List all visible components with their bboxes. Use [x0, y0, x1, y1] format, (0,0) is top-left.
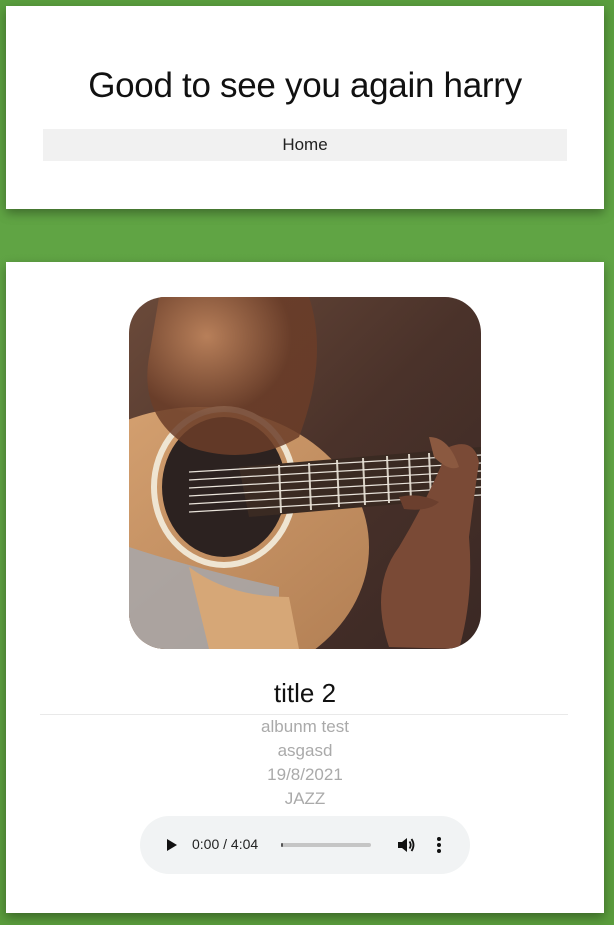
- greeting-heading: Good to see you again harry: [88, 66, 522, 105]
- time-display: 0:00 / 4:04: [192, 836, 259, 852]
- progress-fill: [281, 843, 283, 847]
- audio-player: 0:00 / 4:04: [140, 816, 470, 874]
- song-genre: JAZZ: [284, 789, 326, 808]
- song-card: title 2 albunm test asgasd 19/8/2021 JAZ…: [6, 262, 604, 913]
- song-cover-image: [129, 297, 481, 649]
- song-artist: asgasd: [277, 741, 333, 760]
- divider: [40, 714, 568, 715]
- song-date: 19/8/2021: [267, 765, 343, 784]
- volume-icon[interactable]: [396, 835, 416, 855]
- header-card: Good to see you again harry Home: [6, 6, 604, 209]
- progress-slider[interactable]: [281, 843, 371, 847]
- nav-bar: Home: [43, 129, 567, 161]
- song-album: albunm test: [261, 717, 349, 736]
- play-icon[interactable]: [162, 836, 180, 854]
- nav-home-link[interactable]: Home: [43, 129, 567, 161]
- song-title: title 2: [273, 678, 337, 708]
- more-vertical-icon[interactable]: [432, 835, 446, 855]
